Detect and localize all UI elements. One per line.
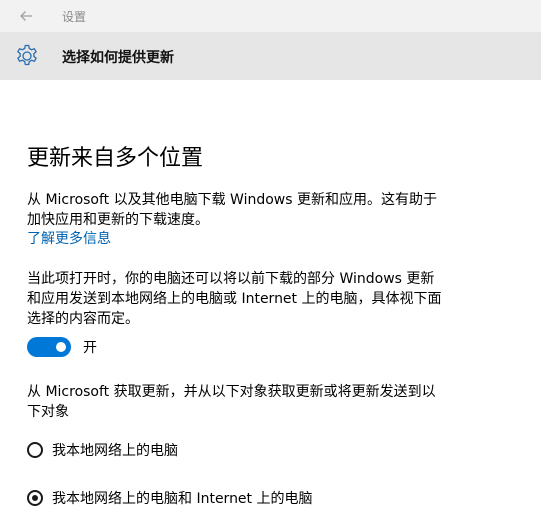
page-header: 选择如何提供更新 <box>0 32 541 80</box>
radio-button[interactable] <box>27 442 43 458</box>
radio-selected-dot <box>32 495 38 501</box>
radio-option-local-network[interactable]: 我本地网络上的电脑 <box>27 439 178 461</box>
source-description: 从 Microsoft 获取更新，并从以下对象获取更新或将更新发送到以 下对象 <box>27 382 487 422</box>
gear-icon <box>17 44 37 66</box>
toggle-description: 当此项打开时，你的电脑还可以将以前下载的部分 Windows 更新 和应用发送到… <box>27 269 487 329</box>
description-line: 从 Microsoft 以及其他电脑下载 Windows 更新和应用。这有助于 <box>27 192 438 208</box>
toggle-description-line: 选择的内容而定。 <box>27 311 139 327</box>
section-heading-container: 更新来自多个位置 <box>27 144 487 174</box>
arrow-left-icon <box>20 11 32 21</box>
toggle-knob <box>56 342 66 352</box>
toggle-state-label: 开 <box>83 340 97 356</box>
description-text: 从 Microsoft 以及其他电脑下载 Windows 更新和应用。这有助于 … <box>27 190 487 230</box>
window-title: 设置 <box>62 10 87 24</box>
back-button[interactable] <box>14 6 38 26</box>
radio-button-selected[interactable] <box>27 490 43 506</box>
source-description-line: 从 Microsoft 获取更新，并从以下对象获取更新或将更新发送到以 <box>27 384 436 400</box>
delivery-toggle[interactable] <box>27 337 71 357</box>
section-heading: 更新来自多个位置 <box>27 146 204 171</box>
toggle-description-line: 和应用发送到本地网络上的电脑或 Internet 上的电脑，具体视下面 <box>27 291 442 307</box>
title-bar: 设置 <box>0 0 541 32</box>
radio-option-local-and-internet[interactable]: 我本地网络上的电脑和 Internet 上的电脑 <box>27 487 313 509</box>
learn-more-link[interactable]: 了解更多信息 <box>27 229 111 249</box>
toggle-description-line: 当此项打开时，你的电脑还可以将以前下载的部分 Windows 更新 <box>27 271 435 287</box>
radio-label: 我本地网络上的电脑 <box>52 443 178 459</box>
page-title: 选择如何提供更新 <box>62 50 174 66</box>
radio-label: 我本地网络上的电脑和 Internet 上的电脑 <box>52 491 313 507</box>
description-line: 加快应用和更新的下载速度。 <box>27 212 209 228</box>
source-description-line: 下对象 <box>27 404 69 420</box>
delivery-toggle-row: 开 <box>27 336 97 358</box>
